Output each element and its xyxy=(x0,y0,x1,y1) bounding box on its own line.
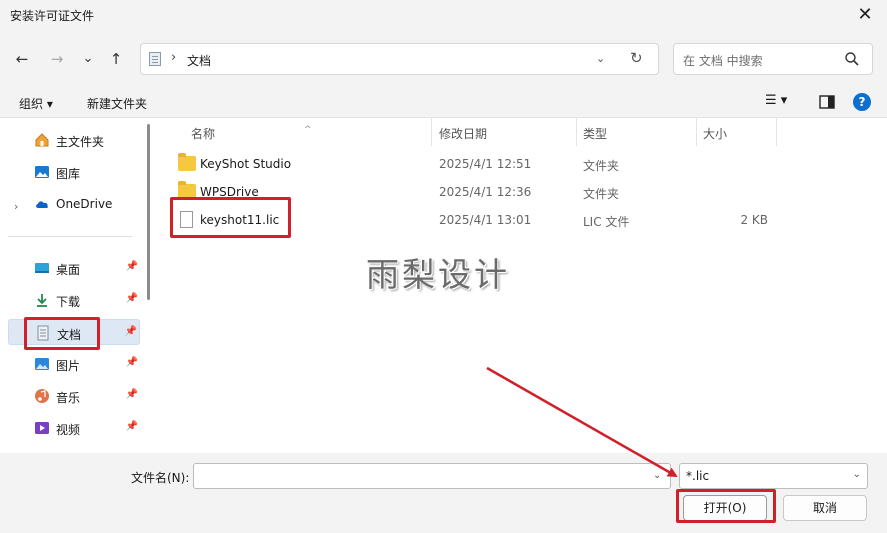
cloud-icon xyxy=(36,201,48,208)
column-divider[interactable] xyxy=(431,118,432,146)
address-history-chevron-icon[interactable]: ⌄ xyxy=(596,52,605,65)
search-icon xyxy=(845,52,859,66)
file-modified: 2025/4/1 12:36 xyxy=(439,185,532,199)
column-header-modified[interactable]: 修改日期 xyxy=(439,125,487,142)
sort-ascending-icon: ^ xyxy=(304,125,312,135)
window-title: 安装许可证文件 xyxy=(10,9,95,23)
sidebar-item-label: OneDrive xyxy=(56,197,113,211)
table-row[interactable]: KeyShot Studio 2025/4/1 12:51 文件夹 xyxy=(170,151,780,177)
cancel-button[interactable]: 取消 xyxy=(783,495,867,521)
pin-icon[interactable]: 📌 xyxy=(126,357,138,368)
watermark: 雨梨设计 xyxy=(366,255,510,294)
folder-icon xyxy=(178,153,196,171)
sidebar-item-home[interactable]: 主文件夹 xyxy=(8,127,140,153)
title-bar: 安装许可证文件 ✕ xyxy=(0,0,887,32)
pin-icon[interactable]: 📌 xyxy=(126,261,138,272)
refresh-button[interactable]: ↻ xyxy=(630,49,643,67)
column-headers: 名称 ^ 修改日期 类型 大小 xyxy=(158,118,887,146)
navigation-pane: 主文件夹 图库 › OneDrive 桌面 📌 下载 📌 文档 📌 图片 📌 音… xyxy=(0,118,158,453)
home-icon xyxy=(35,133,49,147)
column-header-type[interactable]: 类型 xyxy=(583,125,607,142)
sidebar-item-videos[interactable]: 视频 📌 xyxy=(8,415,140,441)
back-button[interactable]: ← xyxy=(12,49,32,69)
sidebar-item-desktop[interactable]: 桌面 📌 xyxy=(8,255,140,281)
file-modified: 2025/4/1 12:51 xyxy=(439,157,532,171)
column-header-name[interactable]: 名称 xyxy=(191,125,215,142)
column-divider[interactable] xyxy=(696,118,697,146)
highlight-box-documents xyxy=(24,317,100,350)
highlight-box-file xyxy=(170,197,291,238)
sidebar-divider xyxy=(8,236,132,237)
recent-locations-chevron-icon[interactable]: ⌄ xyxy=(78,49,98,69)
gallery-icon xyxy=(35,166,49,178)
column-divider[interactable] xyxy=(776,118,777,146)
file-type-filter-value: *.lic xyxy=(686,469,710,483)
chevron-down-icon: ⌄ xyxy=(852,469,861,480)
organize-button[interactable]: 组织 ▾ xyxy=(19,95,53,112)
breadcrumb[interactable]: 文档 xyxy=(187,52,211,69)
command-bar: 组织 ▾ 新建文件夹 ☰ ▾ ? xyxy=(0,86,887,118)
file-type: LIC 文件 xyxy=(583,215,630,229)
up-button[interactable]: ↑ xyxy=(106,49,126,69)
sidebar-scrollbar[interactable] xyxy=(147,124,150,300)
sidebar-item-label: 下载 xyxy=(56,295,81,309)
help-icon[interactable]: ? xyxy=(853,93,871,111)
pin-icon[interactable]: 📌 xyxy=(126,293,138,304)
file-type-filter[interactable]: *.lic ⌄ xyxy=(679,463,868,489)
sidebar-item-label: 主文件夹 xyxy=(56,135,105,149)
column-divider[interactable] xyxy=(576,118,577,146)
file-modified: 2025/4/1 13:01 xyxy=(439,213,532,227)
file-type: 文件夹 xyxy=(583,159,620,173)
pin-icon[interactable]: 📌 xyxy=(125,326,137,337)
filename-label: 文件名(N): xyxy=(131,471,190,485)
sidebar-item-downloads[interactable]: 下载 📌 xyxy=(8,287,140,313)
search-input[interactable]: 在 文档 中搜索 xyxy=(673,43,873,75)
breadcrumb-separator-icon[interactable]: › xyxy=(171,50,176,65)
preview-pane-icon[interactable] xyxy=(819,95,835,109)
video-icon xyxy=(35,422,49,434)
sidebar-item-label: 音乐 xyxy=(56,391,81,405)
filename-history-chevron-icon[interactable]: ⌄ xyxy=(653,470,661,481)
view-options-button[interactable]: ☰ ▾ xyxy=(765,93,787,108)
search-placeholder: 在 文档 中搜索 xyxy=(683,54,763,68)
sidebar-item-pictures[interactable]: 图片 📌 xyxy=(8,351,140,377)
sidebar-item-gallery[interactable]: 图库 xyxy=(8,159,140,185)
new-folder-button[interactable]: 新建文件夹 xyxy=(87,95,147,112)
sidebar-item-label: 图库 xyxy=(56,167,81,181)
desktop-icon xyxy=(35,263,49,273)
navigation-bar: ← → ⌄ ↑ › 文档 ⌄ ↻ 在 文档 中搜索 xyxy=(0,32,887,86)
sidebar-item-music[interactable]: 音乐 📌 xyxy=(8,383,140,409)
sidebar-item-label: 桌面 xyxy=(56,263,81,277)
file-size: 2 KB xyxy=(740,213,768,227)
file-list: 名称 ^ 修改日期 类型 大小 KeyShot Studio 2025/4/1 … xyxy=(158,118,887,453)
filename-input[interactable]: ⌄ xyxy=(193,463,671,489)
file-type: 文件夹 xyxy=(583,187,620,201)
pictures-icon xyxy=(35,358,49,370)
close-button[interactable]: ✕ xyxy=(853,4,877,28)
sidebar-item-label: 图片 xyxy=(56,359,81,373)
highlight-box-open xyxy=(676,489,776,523)
music-icon xyxy=(35,389,49,403)
download-icon xyxy=(37,294,47,307)
sidebar-item-label: 视频 xyxy=(56,423,81,437)
sidebar-item-onedrive[interactable]: OneDrive xyxy=(8,191,140,217)
pin-icon[interactable]: 📌 xyxy=(126,389,138,400)
pin-icon[interactable]: 📌 xyxy=(126,421,138,432)
file-name: KeyShot Studio xyxy=(200,157,292,171)
address-bar[interactable]: › 文档 ⌄ ↻ xyxy=(140,43,659,75)
forward-button[interactable]: → xyxy=(47,49,67,69)
column-header-size[interactable]: 大小 xyxy=(703,125,727,142)
documents-icon xyxy=(149,52,161,66)
